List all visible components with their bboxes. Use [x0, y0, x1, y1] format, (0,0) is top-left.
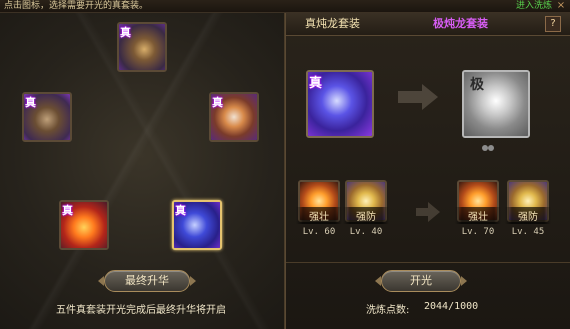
- unlock-note: 五件真套装开光完成后最终升华将开启: [56, 305, 226, 316]
- help-icon[interactable]: ?: [545, 16, 561, 32]
- enter-refine-link[interactable]: 进入洗炼: [516, 0, 552, 12]
- dot-indicator-icon: [482, 145, 494, 151]
- target-item: 极: [462, 70, 530, 138]
- points-label: 洗炼点数:: [366, 305, 410, 316]
- skill-level: Lv. 40: [349, 227, 383, 237]
- divider: [286, 262, 570, 263]
- arrow-right-icon: [398, 84, 438, 110]
- true-badge: 真: [212, 96, 223, 109]
- skill-label: 强壮: [296, 207, 342, 224]
- current-set-title: 真炖龙套装: [305, 17, 360, 30]
- extreme-badge: 极: [470, 77, 484, 93]
- skill-level: Lv. 45: [511, 227, 545, 237]
- set-slot-tiger[interactable]: 真: [209, 92, 259, 142]
- set-slot-dragon[interactable]: 真: [172, 200, 222, 250]
- true-badge: 真: [25, 96, 36, 109]
- true-badge: 真: [120, 26, 131, 39]
- top-bar: 点击图标，选择需要开光的真套装。 进入洗炼 ×: [0, 0, 570, 13]
- target-set-title: 极炖龙套装: [433, 17, 488, 30]
- skill-label: 强防: [505, 207, 551, 224]
- skill-level: Lv. 60: [302, 227, 336, 237]
- true-badge: 真: [62, 204, 73, 217]
- arrow-right-icon: [416, 202, 440, 222]
- skill-label: 强壮: [455, 207, 501, 224]
- source-item[interactable]: 真: [306, 70, 374, 138]
- true-badge: 真: [309, 76, 323, 91]
- skill-label: 强防: [343, 207, 389, 224]
- set-slot-wolf[interactable]: 真: [117, 22, 167, 72]
- final-ascend-button[interactable]: 最终升华: [98, 270, 196, 292]
- true-badge: 真: [175, 204, 186, 217]
- skill-level: Lv. 70: [461, 227, 495, 237]
- points-value: 2044/1000: [424, 301, 479, 312]
- bless-button[interactable]: 开光: [375, 270, 467, 292]
- close-icon[interactable]: ×: [555, 0, 567, 12]
- instruction-text: 点击图标，选择需要开光的真套装。: [4, 1, 149, 11]
- set-slot-bear[interactable]: 真: [22, 92, 72, 142]
- set-slot-phoenix[interactable]: 真: [59, 200, 109, 250]
